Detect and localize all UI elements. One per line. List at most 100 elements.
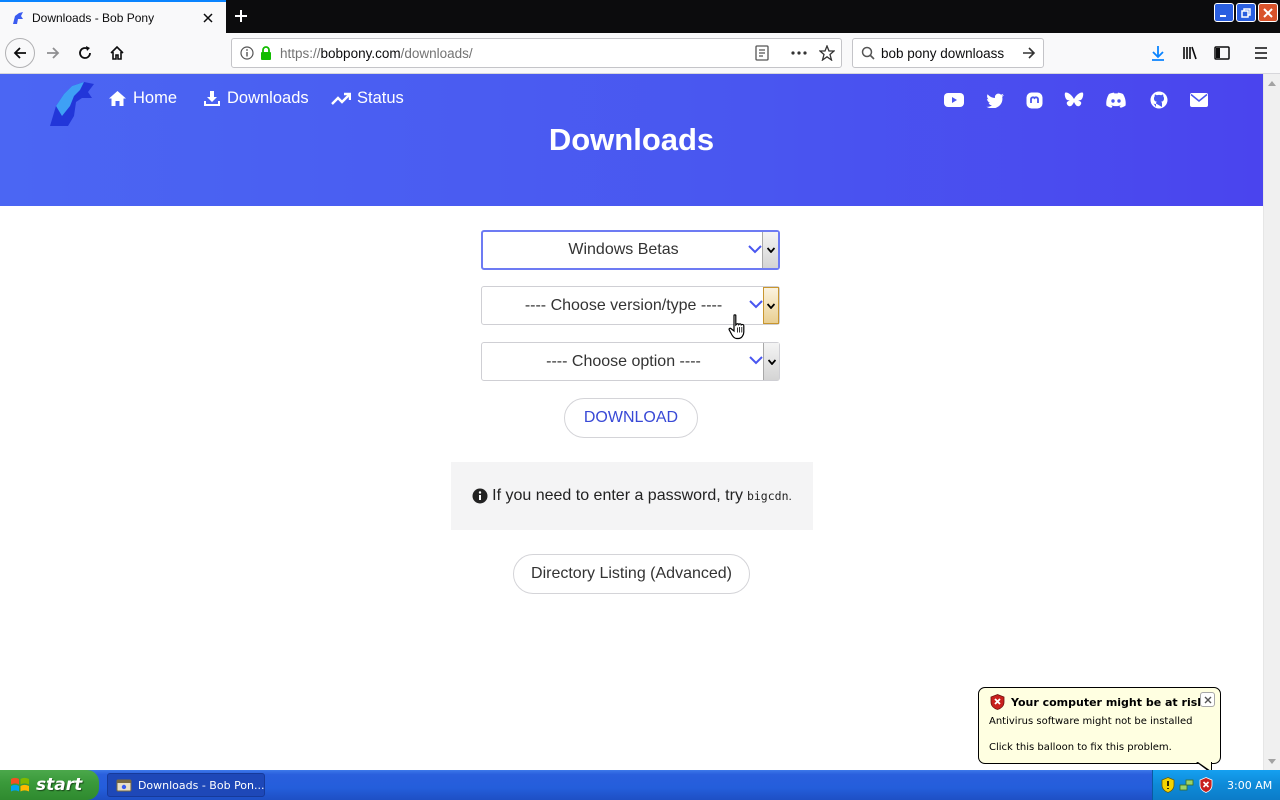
balloon-title-row: Your computer might be at risk	[990, 694, 1210, 710]
taskbar: start Downloads - Bob Pon... 3:00 AM	[0, 770, 1280, 800]
nav-downloads-label: Downloads	[227, 89, 309, 107]
dropdown-arrow-icon	[766, 247, 775, 253]
url-text: https://bobpony.com/downloads/	[280, 46, 755, 61]
option-dropdown-button[interactable]	[763, 343, 779, 380]
youtube-icon[interactable]	[943, 90, 965, 110]
reader-view-icon[interactable]	[755, 45, 769, 61]
page-scrollbar[interactable]	[1263, 74, 1280, 770]
home-icon	[109, 91, 126, 106]
tab-title: Downloads - Bob Pony	[32, 10, 155, 25]
url-host: bobpony.com	[320, 45, 401, 61]
nav-status-link[interactable]: Status	[331, 89, 404, 108]
start-button[interactable]: start	[0, 770, 99, 800]
security-balloon[interactable]: Your computer might be at risk Antivirus…	[978, 687, 1221, 764]
sidebar-toggle-button[interactable]	[1208, 39, 1236, 67]
site-favicon-icon	[10, 10, 26, 26]
browser-nav-bar: https://bobpony.com/downloads/ bob pony …	[0, 33, 1280, 74]
network-icon[interactable]	[1179, 777, 1195, 793]
chevron-down-icon	[749, 300, 763, 309]
scroll-down-icon[interactable]	[1267, 756, 1277, 766]
discord-icon[interactable]	[1105, 90, 1127, 110]
version-select-value: ---- Choose version/type ----	[524, 296, 723, 314]
category-dropdown-button[interactable]	[762, 232, 778, 268]
password-note: If you need to enter a password, try big…	[451, 462, 813, 530]
directory-listing-button[interactable]: Directory Listing (Advanced)	[513, 554, 750, 594]
reload-icon	[79, 46, 91, 59]
bobpony-logo[interactable]	[44, 76, 96, 128]
minimize-button[interactable]	[1214, 3, 1234, 22]
balloon-action-text: Click this balloon to fix this problem.	[989, 742, 1172, 753]
bluesky-icon[interactable]	[1063, 90, 1085, 110]
browser-tab-bar: Downloads - Bob Pony	[0, 0, 1280, 33]
nav-home-label: Home	[133, 89, 178, 107]
library-icon	[1183, 46, 1197, 60]
scroll-up-icon[interactable]	[1267, 78, 1277, 88]
browser-tab[interactable]: Downloads - Bob Pony	[0, 0, 226, 33]
url-path: /downloads/	[400, 45, 473, 61]
menu-button[interactable]	[1247, 39, 1275, 67]
program-icon	[116, 779, 132, 792]
new-tab-button[interactable]	[228, 3, 254, 29]
password-code: bigcdn	[746, 489, 789, 503]
url-scheme: https://	[280, 45, 321, 61]
sidebar-icon	[1214, 46, 1230, 60]
forward-button[interactable]	[39, 39, 67, 67]
twitter-icon[interactable]	[984, 90, 1006, 110]
info-icon[interactable]	[240, 46, 254, 60]
reload-button[interactable]	[71, 39, 99, 67]
taskbar-item-browser[interactable]: Downloads - Bob Pon...	[107, 773, 265, 797]
email-icon[interactable]	[1188, 90, 1210, 110]
address-bar[interactable]: https://bobpony.com/downloads/	[231, 38, 842, 68]
back-button[interactable]	[5, 38, 35, 68]
home-button[interactable]	[103, 39, 131, 67]
site-nav: Home Downloads Status	[0, 74, 1263, 126]
search-icon	[861, 46, 875, 60]
back-arrow-icon	[13, 47, 26, 59]
close-window-button[interactable]	[1258, 3, 1278, 22]
nav-status-label: Status	[357, 89, 404, 107]
dropdown-arrow-icon	[767, 358, 776, 365]
password-note-text: If you need to enter a password, try	[492, 487, 743, 504]
forward-arrow-icon	[47, 47, 60, 59]
clock[interactable]: 3:00 AM	[1227, 779, 1272, 792]
search-go-icon[interactable]	[1021, 45, 1037, 61]
balloon-close-icon[interactable]	[1200, 692, 1215, 707]
tab-close-icon[interactable]	[196, 6, 220, 30]
version-dropdown-button[interactable]	[763, 287, 779, 324]
dropdown-arrow-icon	[767, 302, 775, 309]
mastodon-icon[interactable]	[1023, 90, 1045, 110]
security-alert-icon[interactable]	[1199, 777, 1213, 793]
page-title: Downloads	[548, 122, 715, 157]
download-button[interactable]: DOWNLOAD	[564, 398, 698, 438]
site-header: Home Downloads Status Downloads	[0, 74, 1263, 206]
taskbar-item-label: Downloads - Bob Pon...	[137, 778, 264, 792]
option-select-value: ---- Choose option ----	[546, 352, 701, 370]
hamburger-menu-icon	[1255, 47, 1267, 59]
library-button[interactable]	[1176, 39, 1204, 67]
category-select[interactable]: Windows Betas	[481, 230, 780, 270]
download-arrow-icon	[1152, 46, 1164, 61]
security-center-icon[interactable]	[1161, 777, 1175, 793]
balloon-title: Your computer might be at risk	[1011, 695, 1205, 709]
bookmark-star-icon[interactable]	[819, 45, 835, 61]
downloads-toolbar-button[interactable]	[1144, 39, 1172, 67]
hand-cursor-icon	[728, 314, 745, 340]
start-label: start	[36, 775, 83, 795]
chevron-down-icon	[749, 356, 763, 365]
trending-up-icon	[331, 92, 351, 105]
github-icon[interactable]	[1148, 90, 1170, 110]
info-circle-icon	[472, 488, 488, 504]
windows-flag-icon	[11, 777, 29, 792]
security-shield-icon	[990, 694, 1005, 710]
nav-downloads-link[interactable]: Downloads	[203, 89, 309, 108]
page-actions-icon[interactable]	[791, 51, 807, 55]
search-bar[interactable]: bob pony downloass	[852, 38, 1044, 68]
option-select[interactable]: ---- Choose option ----	[481, 342, 780, 381]
search-input[interactable]: bob pony downloass	[881, 46, 1021, 61]
category-select-value: Windows Betas	[568, 241, 679, 258]
restore-button[interactable]	[1236, 3, 1256, 22]
nav-home-link[interactable]: Home	[108, 89, 177, 108]
password-note-end: .	[788, 489, 792, 503]
home-icon	[110, 45, 124, 60]
secure-lock-icon[interactable]	[260, 46, 272, 60]
